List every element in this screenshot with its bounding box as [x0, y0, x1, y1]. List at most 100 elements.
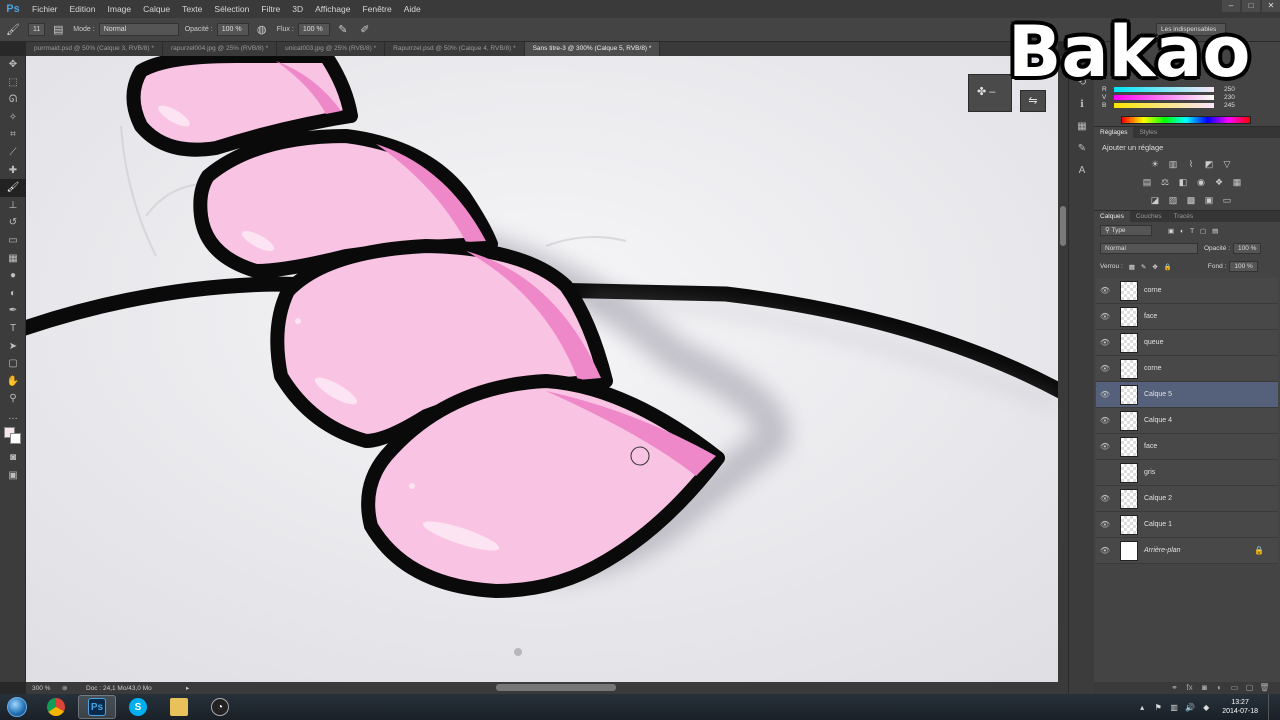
blue-slider[interactable]: B 245 — [1102, 102, 1235, 109]
document-tab-4[interactable]: Sans titre-3 @ 300% (Calque 5, RVB/8) * — [524, 42, 661, 56]
layer-row[interactable]: 👁 Calque 2 — [1096, 486, 1278, 512]
status-menu-icon[interactable]: ▸ — [186, 684, 196, 692]
layer-visibility-eye-icon[interactable]: 👁 — [1096, 312, 1114, 321]
menu-item-10[interactable]: Aide — [398, 0, 427, 18]
tray-expand-icon[interactable]: ▴ — [1136, 703, 1148, 712]
taskbar-obs[interactable]: ◔ — [201, 695, 239, 719]
tab-styles[interactable]: Styles — [1133, 127, 1163, 138]
stamp-tool-icon[interactable]: ⊥ — [0, 197, 26, 215]
menu-item-5[interactable]: Sélection — [208, 0, 255, 18]
taskbar-chrome[interactable] — [37, 695, 75, 719]
hue-saturation-icon[interactable]: ▤ — [1138, 175, 1156, 189]
properties-panel-icon[interactable]: ℹ — [1069, 94, 1095, 116]
more-tools-icon[interactable]: … — [0, 408, 26, 426]
healing-tool-icon[interactable]: ✚ — [0, 162, 26, 180]
layer-visibility-eye-icon[interactable]: 👁 — [1096, 546, 1114, 555]
menu-item-3[interactable]: Calque — [137, 0, 176, 18]
document-tab-2[interactable]: unicat003.jpg @ 25% (RVB/8) * — [277, 42, 386, 56]
layer-thumbnail[interactable] — [1120, 488, 1138, 509]
layer-row[interactable]: 👁 queue — [1096, 330, 1278, 356]
layer-visibility-eye-icon[interactable]: 👁 — [1096, 390, 1114, 399]
layer-name[interactable]: Calque 4 — [1144, 417, 1172, 424]
layer-name[interactable]: face — [1144, 443, 1157, 450]
tab-channels[interactable]: Couches — [1130, 211, 1168, 222]
dropbox-icon[interactable]: ◆ — [1200, 703, 1212, 712]
layer-name[interactable]: queue — [1144, 339, 1163, 346]
photo-filter-icon[interactable]: ◉ — [1192, 175, 1210, 189]
exposure-icon[interactable]: ◩ — [1200, 157, 1218, 171]
volume-icon[interactable]: 🔊 — [1184, 703, 1196, 712]
zoom-level[interactable]: 300 % — [32, 685, 62, 692]
blend-mode-select[interactable]: Normal — [1100, 243, 1198, 254]
layer-name[interactable]: gris — [1144, 469, 1155, 476]
layer-name[interactable]: Calque 1 — [1144, 521, 1172, 528]
brightness-icon[interactable]: ☀ — [1146, 157, 1164, 171]
brush-tool-icon[interactable]: 🖌 — [6, 23, 20, 37]
fill-input[interactable]: 100 % — [1229, 261, 1258, 272]
history-brush-tool-icon[interactable]: ↺ — [0, 214, 26, 232]
lock-icons[interactable]: ▦✎✥🔒 — [1129, 263, 1178, 271]
layer-row[interactable]: 👁 Arrière-plan 🔒 — [1096, 538, 1278, 564]
layer-name[interactable]: corne — [1144, 365, 1162, 372]
selective-color-icon[interactable]: ▣ — [1200, 193, 1218, 207]
add-mask-icon[interactable]: ◙ — [1197, 682, 1212, 694]
new-layer-icon[interactable]: ▢ — [1242, 682, 1257, 694]
document-tab-3[interactable]: Rapurrzel.psd @ 50% (Calque 4, RVB/8) * — [385, 42, 525, 56]
layer-visibility-eye-icon[interactable]: 👁 — [1096, 416, 1114, 425]
layer-visibility-eye-icon[interactable]: 👁 — [1096, 494, 1114, 503]
pen-tool-icon[interactable]: ✒ — [0, 302, 26, 320]
vertical-scrollbar[interactable] — [1058, 56, 1068, 682]
black-white-icon[interactable]: ◧ — [1174, 175, 1192, 189]
layer-row[interactable]: 👁 face — [1096, 434, 1278, 460]
layer-name[interactable]: Calque 5 — [1144, 391, 1172, 398]
background-color-swatch[interactable] — [10, 433, 21, 445]
blue-value[interactable]: 245 — [1224, 102, 1235, 109]
layer-thumbnail[interactable] — [1120, 410, 1138, 431]
menu-item-9[interactable]: Fenêtre — [356, 0, 397, 18]
menu-item-2[interactable]: Image — [102, 0, 138, 18]
eyedropper-tool-icon[interactable]: ⟋ — [0, 144, 26, 162]
layer-row[interactable]: 👁 corne — [1096, 356, 1278, 382]
tab-layers[interactable]: Calques — [1094, 211, 1130, 222]
layer-visibility-eye-icon[interactable]: 👁 — [1096, 442, 1114, 451]
posterize-icon[interactable]: ▨ — [1164, 193, 1182, 207]
curves-icon[interactable]: ⌇ — [1182, 157, 1200, 171]
link-layers-icon[interactable]: ⚭ — [1167, 682, 1182, 694]
layer-name[interactable]: Calque 2 — [1144, 495, 1172, 502]
eraser-tool-icon[interactable]: ▭ — [0, 232, 26, 250]
delete-layer-icon[interactable]: 🗑 — [1257, 682, 1272, 694]
color-balance-icon[interactable]: ⚖ — [1156, 175, 1174, 189]
vibrance-icon[interactable]: ▽ — [1218, 157, 1236, 171]
layer-row[interactable]: 👁 Calque 4 — [1096, 408, 1278, 434]
mode-select[interactable]: Normal — [98, 23, 179, 36]
zoom-tool-icon[interactable]: ⚲ — [0, 390, 26, 408]
layer-name[interactable]: Arrière-plan — [1144, 547, 1181, 554]
quick-select-tool-icon[interactable]: ✧ — [0, 109, 26, 127]
flow-input[interactable]: 100 % — [297, 23, 330, 36]
type-tool-icon[interactable]: T — [0, 320, 26, 338]
hand-tool-icon[interactable]: ✋ — [0, 373, 26, 391]
menu-item-4[interactable]: Texte — [176, 0, 208, 18]
show-desktop-button[interactable] — [1268, 694, 1280, 720]
new-adjustment-icon[interactable]: ◐ — [1212, 682, 1227, 694]
marquee-tool-icon[interactable]: ⬚ — [0, 74, 26, 92]
layer-opacity-input[interactable]: 100 % — [1233, 243, 1262, 254]
brush-presets-panel-icon[interactable]: ✎ — [1069, 138, 1095, 160]
brush-panel-icon[interactable]: ▤ — [51, 23, 65, 37]
channel-mixer-icon[interactable]: ❖ — [1210, 175, 1228, 189]
layer-row[interactable]: 👁 face — [1096, 304, 1278, 330]
menu-item-8[interactable]: Affichage — [309, 0, 356, 18]
tab-adjustments[interactable]: Réglages — [1094, 127, 1134, 138]
layer-visibility-eye-icon[interactable]: 👁 — [1096, 338, 1114, 347]
swatches-panel-icon[interactable]: ▦ — [1069, 116, 1095, 138]
screen-mode-icon[interactable]: ▣ — [0, 467, 26, 485]
canvas-artwork[interactable] — [26, 56, 1058, 682]
taskbar-photoshop[interactable]: Ps — [78, 695, 116, 719]
layer-thumbnail[interactable] — [1120, 436, 1138, 457]
layer-thumbnail[interactable] — [1120, 540, 1138, 561]
crop-tool-icon[interactable]: ⌗ — [0, 126, 26, 144]
layer-thumbnail[interactable] — [1120, 358, 1138, 379]
layer-thumbnail[interactable] — [1120, 462, 1138, 483]
layer-row[interactable]: 👁 corne — [1096, 278, 1278, 304]
layer-row[interactable]: gris — [1096, 460, 1278, 486]
